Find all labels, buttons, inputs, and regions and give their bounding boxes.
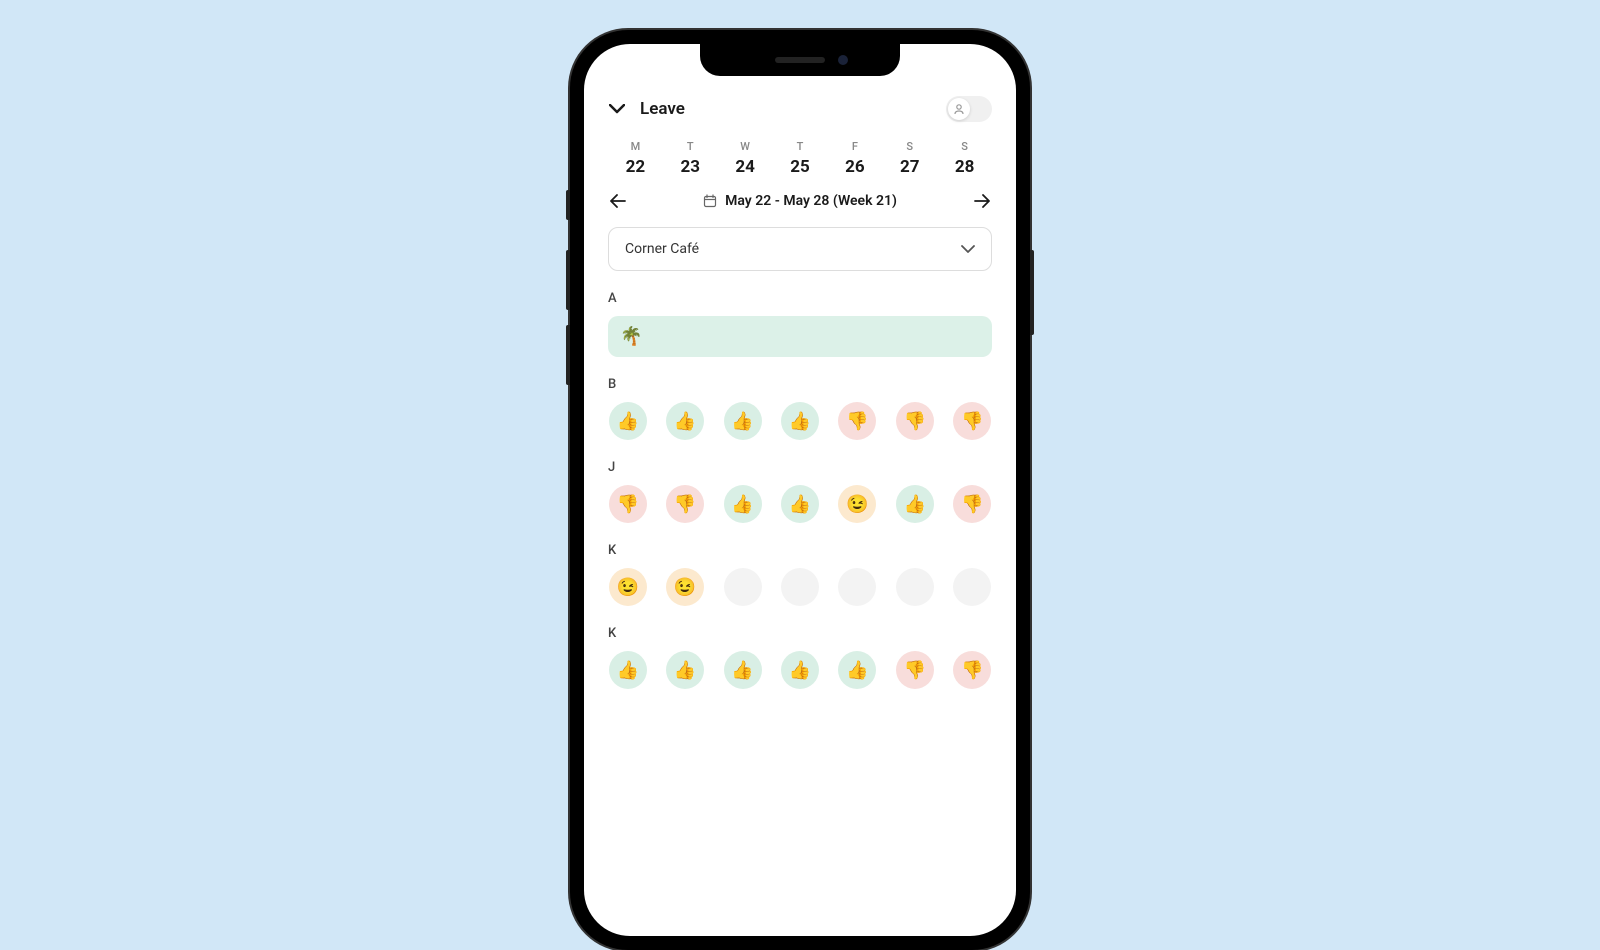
status-cell-empty[interactable] bbox=[838, 568, 876, 606]
section-label: J bbox=[608, 460, 992, 475]
section-label: A bbox=[608, 291, 992, 306]
status-cell-down[interactable]: 👎 bbox=[953, 485, 991, 523]
person-section: B 👍 👍 👍 👍 👎 👎 👎 bbox=[608, 377, 992, 440]
status-cell-up[interactable]: 👍 bbox=[838, 651, 876, 689]
status-cell-up[interactable]: 👍 bbox=[781, 402, 819, 440]
header: Leave bbox=[608, 96, 992, 122]
day-column[interactable]: M 22 bbox=[608, 140, 663, 177]
status-cell-down[interactable]: 👎 bbox=[666, 485, 704, 523]
status-row: 👍 👍 👍 👍 👎 👎 👎 bbox=[608, 402, 992, 440]
day-number: 23 bbox=[663, 157, 718, 177]
status-cell-down[interactable]: 👎 bbox=[953, 651, 991, 689]
leave-bar[interactable]: 🌴 bbox=[608, 316, 992, 357]
day-number: 26 bbox=[827, 157, 882, 177]
day-column[interactable]: T 25 bbox=[773, 140, 828, 177]
status-cell-empty[interactable] bbox=[953, 568, 991, 606]
person-section: K 👍 👍 👍 👍 👍 👎 👎 bbox=[608, 626, 992, 689]
page-title: Leave bbox=[640, 99, 685, 119]
user-toggle[interactable] bbox=[946, 96, 992, 122]
day-number: 27 bbox=[882, 157, 937, 177]
chevron-down-icon bbox=[961, 245, 975, 253]
status-cell-up[interactable]: 👍 bbox=[609, 651, 647, 689]
phone-screen: Leave M22T23W24T25F26S27S28 bbox=[584, 44, 1016, 936]
section-label: K bbox=[608, 543, 992, 558]
status-cell-empty[interactable] bbox=[724, 568, 762, 606]
status-cell-empty[interactable] bbox=[781, 568, 819, 606]
phone-frame: Leave M22T23W24T25F26S27S28 bbox=[570, 30, 1030, 950]
prev-week-button[interactable] bbox=[608, 191, 628, 211]
person-section: A🌴 bbox=[608, 291, 992, 357]
arrow-right-icon bbox=[974, 194, 990, 208]
status-cell-up[interactable]: 👍 bbox=[781, 651, 819, 689]
location-select[interactable]: Corner Café bbox=[608, 227, 992, 271]
chevron-down-icon bbox=[609, 104, 625, 114]
day-label: W bbox=[718, 140, 773, 153]
day-column[interactable]: T 23 bbox=[663, 140, 718, 177]
status-cell-up[interactable]: 👍 bbox=[724, 651, 762, 689]
day-column[interactable]: F 26 bbox=[827, 140, 882, 177]
status-cell-down[interactable]: 👎 bbox=[609, 485, 647, 523]
status-cell-down[interactable]: 👎 bbox=[896, 651, 934, 689]
arrow-left-icon bbox=[610, 194, 626, 208]
status-cell-up[interactable]: 👍 bbox=[896, 485, 934, 523]
status-row: 😉😉 bbox=[608, 568, 992, 606]
next-week-button[interactable] bbox=[972, 191, 992, 211]
status-cell-up[interactable]: 👍 bbox=[666, 651, 704, 689]
day-label: S bbox=[937, 140, 992, 153]
day-label: T bbox=[773, 140, 828, 153]
status-cell-up[interactable]: 👍 bbox=[666, 402, 704, 440]
day-label: F bbox=[827, 140, 882, 153]
status-cell-down[interactable]: 👎 bbox=[838, 402, 876, 440]
status-row: 👎 👎 👍 👍 😉 👍 👎 bbox=[608, 485, 992, 523]
status-cell-empty[interactable] bbox=[896, 568, 934, 606]
phone-notch bbox=[700, 44, 900, 76]
status-row: 👍 👍 👍 👍 👍 👎 👎 bbox=[608, 651, 992, 689]
person-section: J 👎 👎 👍 👍 😉 👍 👎 bbox=[608, 460, 992, 523]
day-number: 25 bbox=[773, 157, 828, 177]
person-section: K😉😉 bbox=[608, 543, 992, 606]
status-cell-up[interactable]: 👍 bbox=[609, 402, 647, 440]
status-cell-maybe[interactable]: 😉 bbox=[609, 568, 647, 606]
location-selected-text: Corner Café bbox=[625, 241, 699, 257]
day-column[interactable]: W 24 bbox=[718, 140, 773, 177]
status-cell-up[interactable]: 👍 bbox=[781, 485, 819, 523]
week-navigation: May 22 - May 28 (Week 21) bbox=[608, 191, 992, 211]
section-label: K bbox=[608, 626, 992, 641]
day-column[interactable]: S 27 bbox=[882, 140, 937, 177]
status-cell-maybe[interactable]: 😉 bbox=[838, 485, 876, 523]
user-icon bbox=[953, 103, 965, 115]
dropdown-toggle[interactable] bbox=[608, 100, 626, 118]
day-label: M bbox=[608, 140, 663, 153]
day-column[interactable]: S 28 bbox=[937, 140, 992, 177]
day-number: 24 bbox=[718, 157, 773, 177]
status-cell-up[interactable]: 👍 bbox=[724, 402, 762, 440]
status-cell-down[interactable]: 👎 bbox=[953, 402, 991, 440]
status-cell-up[interactable]: 👍 bbox=[724, 485, 762, 523]
day-label: T bbox=[663, 140, 718, 153]
status-cell-down[interactable]: 👎 bbox=[896, 402, 934, 440]
status-cell-maybe[interactable]: 😉 bbox=[666, 568, 704, 606]
palm-tree-icon: 🌴 bbox=[620, 326, 642, 347]
calendar-icon bbox=[703, 194, 717, 208]
day-number: 28 bbox=[937, 157, 992, 177]
section-label: B bbox=[608, 377, 992, 392]
day-number: 22 bbox=[608, 157, 663, 177]
week-range-label: May 22 - May 28 (Week 21) bbox=[725, 193, 897, 209]
day-label: S bbox=[882, 140, 937, 153]
week-days-row: M22T23W24T25F26S27S28 bbox=[608, 140, 992, 177]
